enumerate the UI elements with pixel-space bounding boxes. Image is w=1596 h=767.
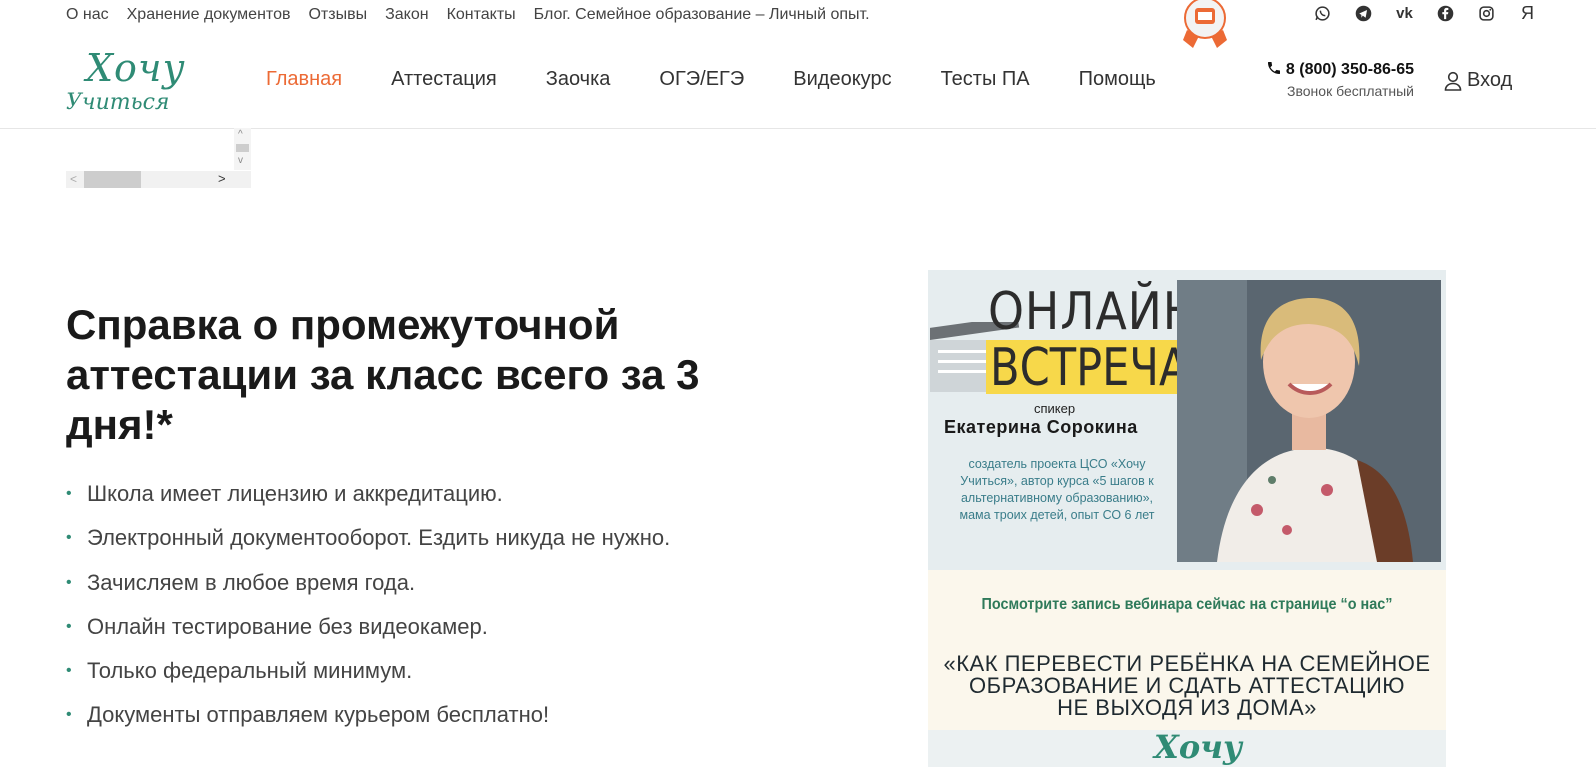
nav-item-distance[interactable]: Заочка [546,68,611,91]
feature-list: • Школа имеет лицензию и аккредитацию. • Э… [66,472,670,738]
hero-title: Справка о промежуточной аттестации за кл… [66,301,700,448]
list-item: • Зачисляем в любое время года. [66,561,670,605]
yandex-icon[interactable]: Я [1519,3,1536,23]
feature-text: Только федеральный минимум. [87,658,413,684]
scroll-up-icon[interactable]: ^ [238,129,243,140]
promo-top: ОНЛАЙН ВСТРЕЧА спикер Екатерина Сорокина… [928,270,1446,570]
top-link-storage[interactable]: Хранение документов [127,0,291,30]
scroll-right-icon[interactable]: > [218,171,226,186]
nav-item-exams[interactable]: ОГЭ/ЕГЭ [659,68,744,91]
nav-item-attestation[interactable]: Аттестация [391,68,497,91]
feature-text: Онлайн тестирование без видеокамер. [87,613,488,639]
login-label: Вход [1467,69,1513,91]
social-links: vk Я [1314,3,1536,23]
top-link-reviews[interactable]: Отзывы [308,0,367,30]
instagram-icon[interactable] [1478,5,1495,22]
scroll-left-icon[interactable]: < [70,172,77,186]
feature-text: Школа имеет лицензию и аккредитацию. [87,481,503,506]
bullet-icon: • [66,529,72,547]
feature-text: Зачисляем в любое время года. [87,569,416,595]
whatsapp-icon[interactable] [1314,5,1331,22]
list-item: • Онлайн тестирование без видеокамер. [66,605,670,649]
speaker-name: Екатерина Сорокина [944,417,1138,437]
feature-text: Электронный документооборот. Ездить нику… [87,525,671,551]
phone-block: 8 (800) 350-86-65 Звонок бесплатный [1248,60,1414,99]
promo-logo: Хочу [1154,728,1243,766]
promo-headline-line-2: ОБРАЗОВАНИЕ И СДАТЬ АТТЕСТАЦИЮ [969,673,1405,698]
top-link-contacts[interactable]: Контакты [447,0,516,30]
scroll-down-icon[interactable]: v [238,155,243,166]
promo-title-line-1: ОНЛАЙН [988,282,1199,342]
phone-number: 8 (800) 350-86-65 [1285,61,1414,78]
top-bar: О нас Хранение документов Отзывы Закон К… [66,0,1536,48]
site-logo[interactable]: Хочу Учиться [66,46,216,122]
bullet-icon: • [66,662,72,680]
bullet-icon: • [66,485,72,502]
top-link-about[interactable]: О нас [66,0,109,30]
promo-bottom: Посмотрите запись вебинара сейчас на стр… [928,570,1446,730]
bullet-icon: • [66,706,72,724]
promo-headline-line-3: НЕ ВЫХОДЯ ИЗ ДОМА» [1057,695,1317,720]
speaker-description: создатель проекта ЦСО «Хочу Учиться», ав… [959,457,1155,522]
horizontal-scroll-thumb[interactable] [84,171,141,188]
nav-item-tests[interactable]: Тесты ПА [941,68,1030,91]
top-link-blog[interactable]: Блог. Семейное образование – Личный опыт… [534,0,870,30]
user-icon [1444,71,1462,91]
bullet-icon: • [66,617,72,635]
telegram-icon[interactable] [1355,5,1372,22]
nav-item-help[interactable]: Помощь [1079,68,1156,91]
promo-headline: «КАК ПЕРЕВЕСТИ РЕБЁНКА НА СЕМЕЙНОЕ ОБРАЗ… [928,653,1446,719]
speaker-photo [1177,280,1441,562]
phone-icon [1267,62,1280,74]
top-link-law[interactable]: Закон [385,0,428,30]
nav-item-home[interactable]: Главная [266,68,342,91]
promo-title-line-2: ВСТРЕЧА [990,338,1189,398]
login-button[interactable]: Вход [1444,69,1512,92]
speaker-label: спикер [1034,401,1076,416]
vertical-scrollbar[interactable]: ^ v [234,128,251,170]
main-header: Хочу Учиться Главная Аттестация Заочка О… [0,32,1596,129]
embedded-scroll-widget: ^ v < > [66,128,251,188]
logo-line-2: Учиться [66,90,170,115]
phone-number-row[interactable]: 8 (800) 350-86-65 [1248,60,1414,79]
list-item: • Документы отправляем курьером бесплатно… [66,693,670,737]
phone-note: Звонок бесплатный [1287,83,1414,99]
vk-icon[interactable]: vk [1396,5,1413,22]
feature-text: Документы отправляем курьером бесплатно! [87,702,550,728]
logo-line-1: Хочу [86,46,186,90]
bullet-icon: • [66,573,72,591]
main-nav: Главная Аттестация Заочка ОГЭ/ЕГЭ Видеок… [266,68,1156,91]
list-item: • Только федеральный минимум. [66,649,670,693]
list-item: • Электронный документооборот. Ездить ник… [66,516,670,560]
horizontal-scrollbar[interactable]: < > [66,171,251,188]
promo-headline-line-1: «КАК ПЕРЕВЕСТИ РЕБЁНКА НА СЕМЕЙНОЕ [943,651,1431,676]
promo-cta: Посмотрите запись вебинара сейчас на стр… [981,596,1393,613]
nav-item-videocourse[interactable]: Видеокурс [793,68,891,91]
vertical-scroll-thumb[interactable] [236,144,249,152]
facebook-icon[interactable] [1437,5,1454,22]
list-item: • Школа имеет лицензию и аккредитацию. [66,472,670,516]
webinar-promo-banner[interactable]: ОНЛАЙН ВСТРЕЧА спикер Екатерина Сорокина… [928,270,1446,767]
